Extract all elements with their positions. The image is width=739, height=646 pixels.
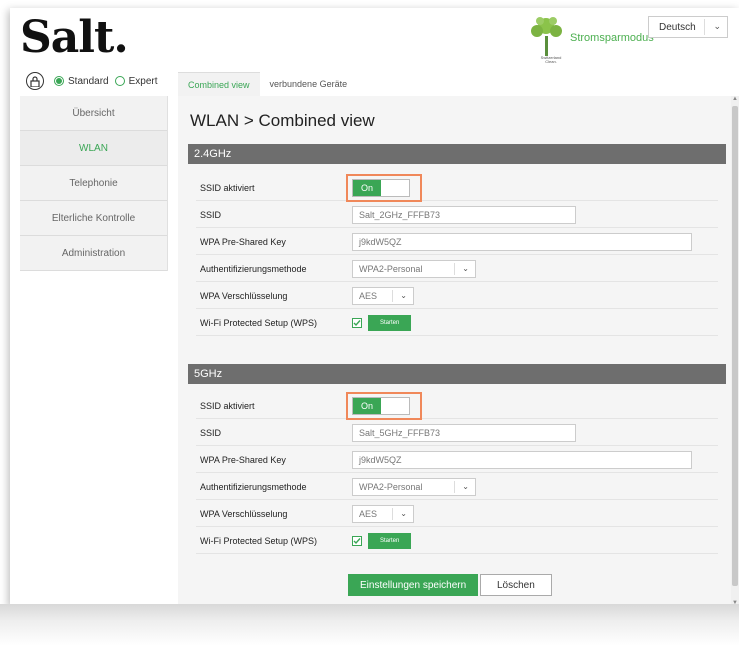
auth-select-5[interactable]: WPA2-Personal ⌄ <box>352 478 476 496</box>
scrollbar-thumb[interactable] <box>732 106 738 586</box>
scroll-up-icon[interactable]: ▲ <box>732 96 738 102</box>
row-wps-5: Wi-Fi Protected Setup (WPS) Starten <box>196 529 718 554</box>
sidebar: Übersicht WLAN Telephonie Elterliche Kon… <box>20 96 168 271</box>
language-select[interactable]: Deutsch ⌄ <box>648 16 728 38</box>
wps-label: Wi-Fi Protected Setup (WPS) <box>200 318 318 328</box>
enc-label: WPA Verschlüsselung <box>200 291 288 301</box>
tab-connected-devices[interactable]: verbundene Geräte <box>260 72 358 96</box>
toggle-on-label: On <box>353 398 381 414</box>
psk-label: WPA Pre-Shared Key <box>200 455 286 465</box>
salt-logo: Salt. <box>20 12 129 63</box>
ssid-toggle-5[interactable]: On <box>346 392 422 420</box>
row-ssid-5: SSID Salt_5GHz_FFFB73 <box>196 421 718 446</box>
expert-radio-label[interactable]: Expert <box>129 76 158 87</box>
chevron-down-icon: ⌄ <box>400 509 407 518</box>
enc-select-value: AES <box>359 509 378 519</box>
auth-select-value: WPA2-Personal <box>359 482 423 492</box>
section-header-24ghz: 2.4GHz <box>188 144 726 164</box>
eco-mode-label[interactable]: Stromsparmodus <box>570 32 654 44</box>
enc-label: WPA Verschlüsselung <box>200 509 288 519</box>
chevron-down-icon: ⌄ <box>400 291 407 300</box>
row-ssid-enabled-24: SSID aktiviert On <box>196 174 718 202</box>
tab-bar: Combined view verbundene Geräte <box>178 72 357 96</box>
row-enc-24: WPA Verschlüsselung AES ⌄ <box>196 284 718 309</box>
bottom-shadow <box>0 604 739 646</box>
eco-mode[interactable]: Switzerland Clean. Stromsparmodus <box>526 14 654 68</box>
chevron-down-icon: ⌄ <box>713 21 721 31</box>
tab-combined-view[interactable]: Combined view <box>178 72 260 96</box>
row-wps-24: Wi-Fi Protected Setup (WPS) Starten <box>196 311 718 336</box>
wps-checkbox-5[interactable] <box>352 536 362 546</box>
save-settings-button[interactable]: Einstellungen speichern <box>348 574 479 596</box>
chevron-down-icon: ⌄ <box>462 482 469 491</box>
enc-select-value: AES <box>359 291 378 301</box>
mode-selector: Standard Expert <box>26 72 164 90</box>
tree-icon: Switzerland Clean. <box>526 14 568 68</box>
row-enc-5: WPA Verschlüsselung AES ⌄ <box>196 502 718 527</box>
row-ssid-24: SSID Salt_2GHz_FFFB73 <box>196 203 718 228</box>
sidebar-item-wlan[interactable]: WLAN <box>20 131 167 166</box>
lock-icon[interactable] <box>26 72 44 90</box>
psk-label: WPA Pre-Shared Key <box>200 237 286 247</box>
enc-select-24[interactable]: AES ⌄ <box>352 287 414 305</box>
row-ssid-enabled-5: SSID aktiviert On <box>196 392 718 420</box>
router-window: Salt. Standard Expert Switzerland Clean.… <box>10 8 739 606</box>
eco-sub-label: Switzerland Clean. <box>540 55 562 64</box>
wps-start-button-24[interactable]: Starten <box>368 315 412 331</box>
ssid-label: SSID <box>200 428 222 438</box>
row-psk-5: WPA Pre-Shared Key j9kdW5QZ <box>196 448 718 473</box>
sidebar-item-overview[interactable]: Übersicht <box>20 96 167 131</box>
language-value: Deutsch <box>659 21 696 33</box>
wps-label: Wi-Fi Protected Setup (WPS) <box>200 536 318 546</box>
main-content: WLAN > Combined view 2.4GHz SSID aktivie… <box>178 96 734 606</box>
ssid-input-24[interactable]: Salt_2GHz_FFFB73 <box>352 206 576 224</box>
row-psk-24: WPA Pre-Shared Key j9kdW5QZ <box>196 230 718 255</box>
wps-checkbox-24[interactable] <box>352 318 362 328</box>
ssid-enabled-label: SSID aktiviert <box>200 401 255 411</box>
wps-start-button-5[interactable]: Starten <box>368 533 412 549</box>
section-header-5ghz: 5GHz <box>188 364 726 384</box>
sidebar-item-parental-control[interactable]: Elterliche Kontrolle <box>20 201 167 236</box>
standard-radio[interactable] <box>54 76 64 86</box>
enc-select-5[interactable]: AES ⌄ <box>352 505 414 523</box>
page-title: WLAN > Combined view <box>190 111 375 130</box>
sidebar-item-telephony[interactable]: Telephonie <box>20 166 167 201</box>
row-auth-5: Authentifizierungsmethode WPA2-Personal … <box>196 475 718 500</box>
psk-input-24[interactable]: j9kdW5QZ <box>352 233 692 251</box>
standard-radio-label[interactable]: Standard <box>68 76 109 87</box>
ssid-input-5[interactable]: Salt_5GHz_FFFB73 <box>352 424 576 442</box>
ssid-enabled-label: SSID aktiviert <box>200 183 255 193</box>
expert-radio[interactable] <box>114 76 125 86</box>
auth-label: Authentifizierungsmethode <box>200 482 307 492</box>
ssid-label: SSID <box>200 210 222 220</box>
ssid-toggle-24[interactable]: On <box>346 174 422 202</box>
chevron-down-icon: ⌄ <box>462 264 469 273</box>
auth-label: Authentifizierungsmethode <box>200 264 307 274</box>
auth-select-value: WPA2-Personal <box>359 264 423 274</box>
vertical-scrollbar[interactable]: ▲ ▼ <box>731 96 739 606</box>
auth-select-24[interactable]: WPA2-Personal ⌄ <box>352 260 476 278</box>
psk-input-5[interactable]: j9kdW5QZ <box>352 451 692 469</box>
sidebar-item-administration[interactable]: Administration <box>20 236 167 271</box>
toggle-on-label: On <box>353 180 381 196</box>
clear-button[interactable]: Löschen <box>480 574 552 596</box>
row-auth-24: Authentifizierungsmethode WPA2-Personal … <box>196 257 718 282</box>
